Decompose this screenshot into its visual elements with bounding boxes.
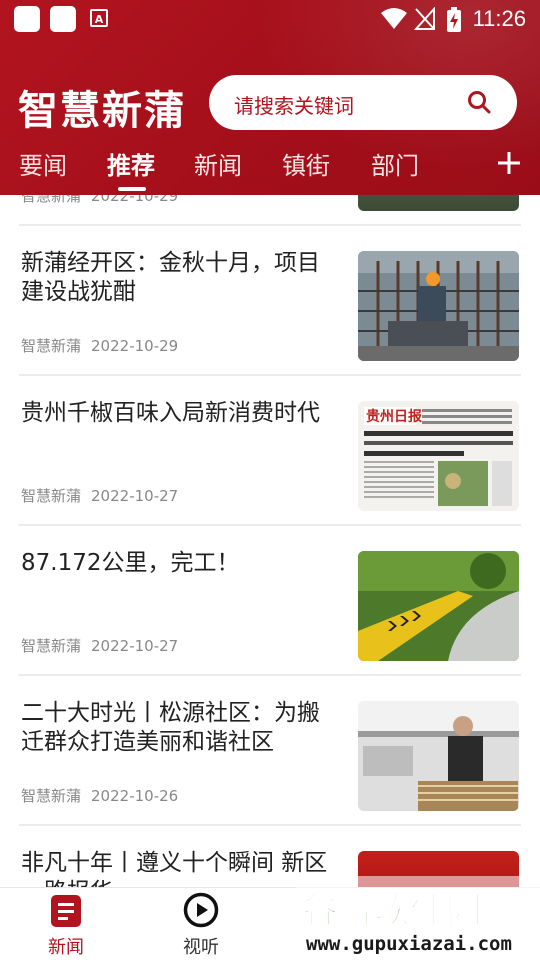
item-title[interactable]: 二十大时光丨松源社区：为搬迁群众打造美丽和谐社区 [21, 699, 341, 757]
list-item[interactable]: 新蒲经开区：金秋十月，项目建设战犹酣 智慧新蒲 2022-10-29 [0, 225, 540, 375]
wifi-icon [381, 8, 407, 29]
mountain-road-image[interactable] [358, 551, 519, 661]
svg-text:贵州日报: 贵州日报 [366, 408, 422, 425]
item-meta: 智慧新蒲 2022-10-27 [21, 635, 178, 656]
item-thumbnail [358, 195, 519, 211]
tab-news[interactable]: 新闻 [194, 146, 242, 181]
search-bar[interactable]: 请搜索关键词 [209, 75, 517, 130]
play-icon [183, 892, 219, 928]
man-working-bamboo-image[interactable] [358, 701, 519, 811]
tab-departments[interactable]: 部门 [371, 146, 419, 181]
item-source: 智慧新蒲 [21, 637, 82, 655]
svg-text:谷普软件园: 谷普软件园 [302, 890, 482, 931]
item-source: 智慧新蒲 [21, 337, 82, 355]
item-title[interactable]: 87.172公里，完工！ [21, 549, 341, 578]
item-title[interactable]: 新蒲经开区：金秋十月，项目建设战犹酣 [21, 249, 341, 307]
tab-towns[interactable]: 镇街 [282, 146, 330, 181]
item-date: 2022-10-26 [91, 787, 179, 805]
item-meta: 智慧新蒲 2022-10-29 [21, 335, 178, 356]
list-item[interactable]: 87.172公里，完工！ 智慧新蒲 2022-10-27 [0, 525, 540, 675]
item-meta: 智慧新蒲 2022-10-27 [21, 485, 178, 506]
app-title: 智慧新蒲 [18, 87, 186, 134]
construction-worker-image[interactable] [358, 251, 519, 361]
nav-media-label: 视听 [183, 937, 219, 958]
no-signal-icon [414, 7, 435, 30]
item-source: 智慧新蒲 [21, 195, 82, 205]
tab-recommend[interactable]: 推荐 [107, 146, 155, 181]
nav-news-label: 新闻 [48, 937, 84, 958]
notification-icon [50, 6, 76, 32]
tab-yaowen[interactable]: 要闻 [19, 146, 67, 181]
nav-news[interactable]: 新闻 [16, 888, 116, 961]
app-header: A 11:26 智慧新蒲 请搜索关键词 要闻 推荐 新闻 镇街 部门 [0, 0, 540, 195]
item-date: 2022-10-29 [91, 337, 179, 355]
list-item[interactable]: 贵州千椒百味入局新消费时代 智慧新蒲 2022-10-27 贵州日报 [0, 375, 540, 525]
news-icon [51, 895, 81, 927]
item-date: 2022-10-27 [91, 637, 179, 655]
svg-text:www.gupuxiazai.com: www.gupuxiazai.com [306, 933, 512, 955]
item-date: 2022-10-29 [91, 195, 179, 205]
add-channel-icon[interactable] [496, 150, 522, 176]
list-item[interactable]: 二十大时光丨松源社区：为搬迁群众打造美丽和谐社区 智慧新蒲 2022-10-26 [0, 675, 540, 825]
search-icon[interactable] [467, 90, 491, 114]
notification-icon [14, 6, 40, 32]
news-feed: 智慧新蒲 2022-10-29 新蒲经开区：金秋十月，项目建设战犹酣 智慧新蒲 20… [0, 195, 540, 887]
status-bar: A 11:26 [0, 0, 540, 38]
item-meta: 智慧新蒲 2022-10-29 [21, 195, 178, 206]
battery-charging-icon [447, 7, 461, 32]
watermark-logo: 谷普软件园 www.gupuxiazai.com [296, 876, 540, 960]
item-source: 智慧新蒲 [21, 787, 82, 805]
active-tab-indicator [118, 187, 146, 191]
list-item[interactable]: 智慧新蒲 2022-10-29 [0, 195, 540, 225]
notification-letter-icon: A [90, 9, 108, 27]
search-placeholder[interactable]: 请搜索关键词 [234, 90, 354, 119]
item-date: 2022-10-27 [91, 487, 179, 505]
item-title[interactable]: 非凡十年丨遵义十个瞬间 新区一路报华 [21, 849, 341, 887]
item-source: 智慧新蒲 [21, 487, 82, 505]
nav-media[interactable]: 视听 [151, 888, 251, 961]
newspaper-page-image[interactable]: 贵州日报 [358, 401, 519, 511]
category-tabs: 要闻 推荐 新闻 镇街 部门 [0, 140, 540, 195]
clock: 11:26 [472, 6, 526, 31]
item-title[interactable]: 贵州千椒百味入局新消费时代 [21, 399, 341, 428]
item-meta: 智慧新蒲 2022-10-26 [21, 785, 178, 806]
